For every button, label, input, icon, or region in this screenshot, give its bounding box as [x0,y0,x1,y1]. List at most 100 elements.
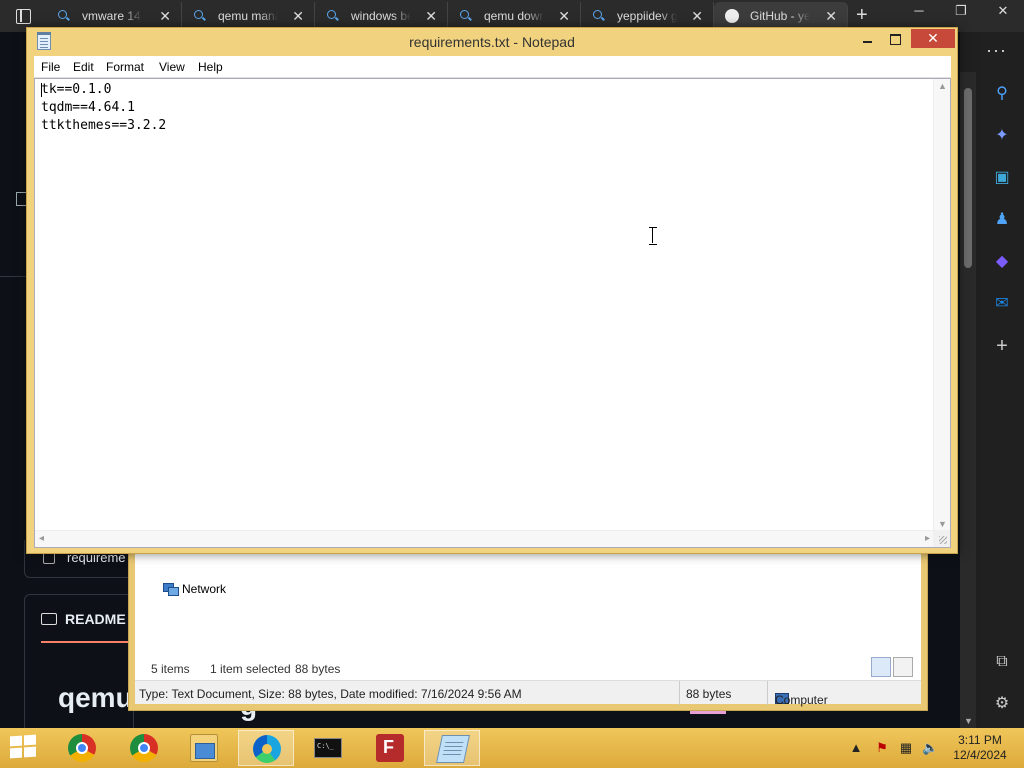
scroll-right-icon[interactable]: ▸ [925,533,930,544]
minimize-button[interactable] [857,30,881,48]
restore-button[interactable]: ❐ [940,0,982,30]
item-count: 5 items [151,662,190,676]
outlook-icon[interactable]: ✉ [992,294,1012,314]
notepad-window: requirements.txt - Notepad ✕ File Edit F… [26,27,958,554]
large-icons-view-button[interactable] [893,657,913,677]
file-explorer-icon [190,734,218,762]
browser-scrollbar[interactable]: ▼ [960,72,976,728]
scroll-down-icon[interactable]: ▼ [938,519,947,529]
details-bar: Type: Text Document, Size: 88 bytes, Dat… [135,680,921,707]
notepad-icon [436,735,470,763]
system-clock[interactable]: 3:11 PM 12/4/2024 [944,733,1016,763]
scroll-up-icon[interactable]: ▲ [938,81,947,91]
editor-content[interactable]: tk==0.1.0 tqdm==4.64.1 ttkthemes==3.2.2 [41,81,166,135]
resize-grip-icon[interactable] [933,530,950,547]
clock-date: 12/4/2024 [953,748,1007,762]
tab-label: GitHub - yep [750,9,810,23]
show-hidden-icons-icon[interactable]: ▲ [848,740,864,756]
readme-tab-underline [41,641,131,643]
menu-file[interactable]: File [41,60,60,74]
taskbar-app[interactable] [362,730,418,766]
action-center-flag-icon[interactable]: ⚑ [874,740,890,756]
chrome-icon [130,734,158,762]
tab-close-icon[interactable]: ✕ [558,8,570,25]
shopping-icon[interactable]: ▣ [992,168,1012,188]
browser-sidebar: ⚲ ✦ ▣ ♟ ◆ ✉ + ⧉ ⚙ [980,32,1024,728]
mouse-cursor-ibeam-icon [649,227,657,245]
text-editor[interactable]: tk==0.1.0 tqdm==4.64.1 ttkthemes==3.2.2 ▲ … [34,78,951,548]
details-text: Type: Text Document, Size: 88 bytes, Dat… [139,687,522,701]
scrollbar-thumb[interactable] [964,88,972,268]
nav-item-label: Network [182,582,227,596]
browser-tab[interactable]: windows bet ✕ [315,2,448,30]
taskbar-app[interactable] [54,730,110,766]
close-button[interactable]: ✕ [982,0,1024,30]
copilot-icon[interactable]: ✦ [992,126,1012,146]
browser-tab[interactable]: vmware 14 d ✕ [46,2,182,30]
office-icon[interactable]: ◆ [992,252,1012,272]
browser-tab[interactable]: yeppiidev gi ✕ [581,2,714,30]
volume-icon[interactable]: 🔈 [922,740,938,756]
search-icon [58,10,70,22]
scroll-left-icon[interactable]: ◂ [39,533,44,544]
selection-size: 88 bytes [295,662,341,676]
scroll-down-icon[interactable]: ▼ [964,716,973,726]
browser-tab[interactable]: qemu downl ✕ [448,2,581,30]
tab-close-icon[interactable]: ✕ [159,8,171,25]
search-icon [194,10,206,22]
text-line: tk==0.1.0 [41,82,112,97]
tab-close-icon[interactable]: ✕ [691,8,703,25]
tab-close-icon[interactable]: ✕ [292,8,304,25]
menu-edit[interactable]: Edit [73,60,94,74]
nav-item-network[interactable]: Network [163,582,226,596]
menu-help[interactable]: Help [198,60,223,74]
browser-window-controls: ─ ❐ ✕ [898,0,1024,30]
menu-bar: File Edit Format View Help [34,56,951,78]
minimize-button[interactable]: ─ [898,0,940,30]
games-icon[interactable]: ♟ [992,210,1012,230]
details-view-button[interactable] [871,657,891,677]
tab-label: qemu downl [484,9,544,23]
taskbar-app-active[interactable] [238,730,294,766]
settings-gear-icon[interactable]: ⚙ [992,694,1012,714]
taskbar-app[interactable] [176,730,232,766]
text-caret [41,83,42,97]
vertical-scrollbar[interactable]: ▲ ▼ [933,79,950,531]
add-icon[interactable]: + [992,336,1012,356]
tab-label: yeppiidev gi [617,9,677,23]
explorer-status-bar: 5 items 1 item selected 88 bytes [135,657,921,679]
view-toggle [871,657,913,677]
menu-format[interactable]: Format [106,60,144,74]
tab-close-icon[interactable]: ✕ [425,8,437,25]
taskbar-app[interactable] [300,730,356,766]
new-tab-button[interactable]: + [856,4,868,27]
network-status-icon[interactable]: ▦ [898,740,914,756]
search-icon[interactable]: ⚲ [992,84,1012,104]
readme-tab[interactable]: README [65,611,126,627]
maximize-button[interactable] [883,30,907,48]
text-line: tqdm==4.64.1 [41,100,135,115]
chrome-icon [68,734,96,762]
browser-tab-active[interactable]: GitHub - yep ✕ [714,2,848,30]
tab-label: qemu mana [218,9,278,23]
github-icon [725,9,739,23]
more-options-icon[interactable]: ··· [986,40,1007,61]
tab-actions-icon[interactable] [8,6,38,26]
horizontal-scrollbar[interactable]: ◂ ▸ [35,530,934,547]
divider [679,681,680,705]
close-button[interactable]: ✕ [911,29,955,48]
taskbar-app-active[interactable] [424,730,480,766]
notepad-title-bar[interactable]: requirements.txt - Notepad ✕ [27,28,957,56]
tab-close-icon[interactable]: ✕ [825,8,837,25]
browser-tab[interactable]: qemu mana ✕ [182,2,315,30]
menu-view[interactable]: View [159,60,185,74]
tab-label: vmware 14 d [82,9,142,23]
taskbar: ▲ ⚑ ▦ 🔈 3:11 PM 12/4/2024 [0,728,1024,768]
divider [767,681,768,705]
taskbar-app[interactable] [116,730,172,766]
divider [0,276,28,277]
selection-count: 1 item selected [210,662,291,676]
explorer-content: Network 5 items 1 item selected 88 bytes… [135,554,921,707]
sidebar-toggle-icon[interactable]: ⧉ [992,652,1012,672]
start-button[interactable] [10,734,38,760]
